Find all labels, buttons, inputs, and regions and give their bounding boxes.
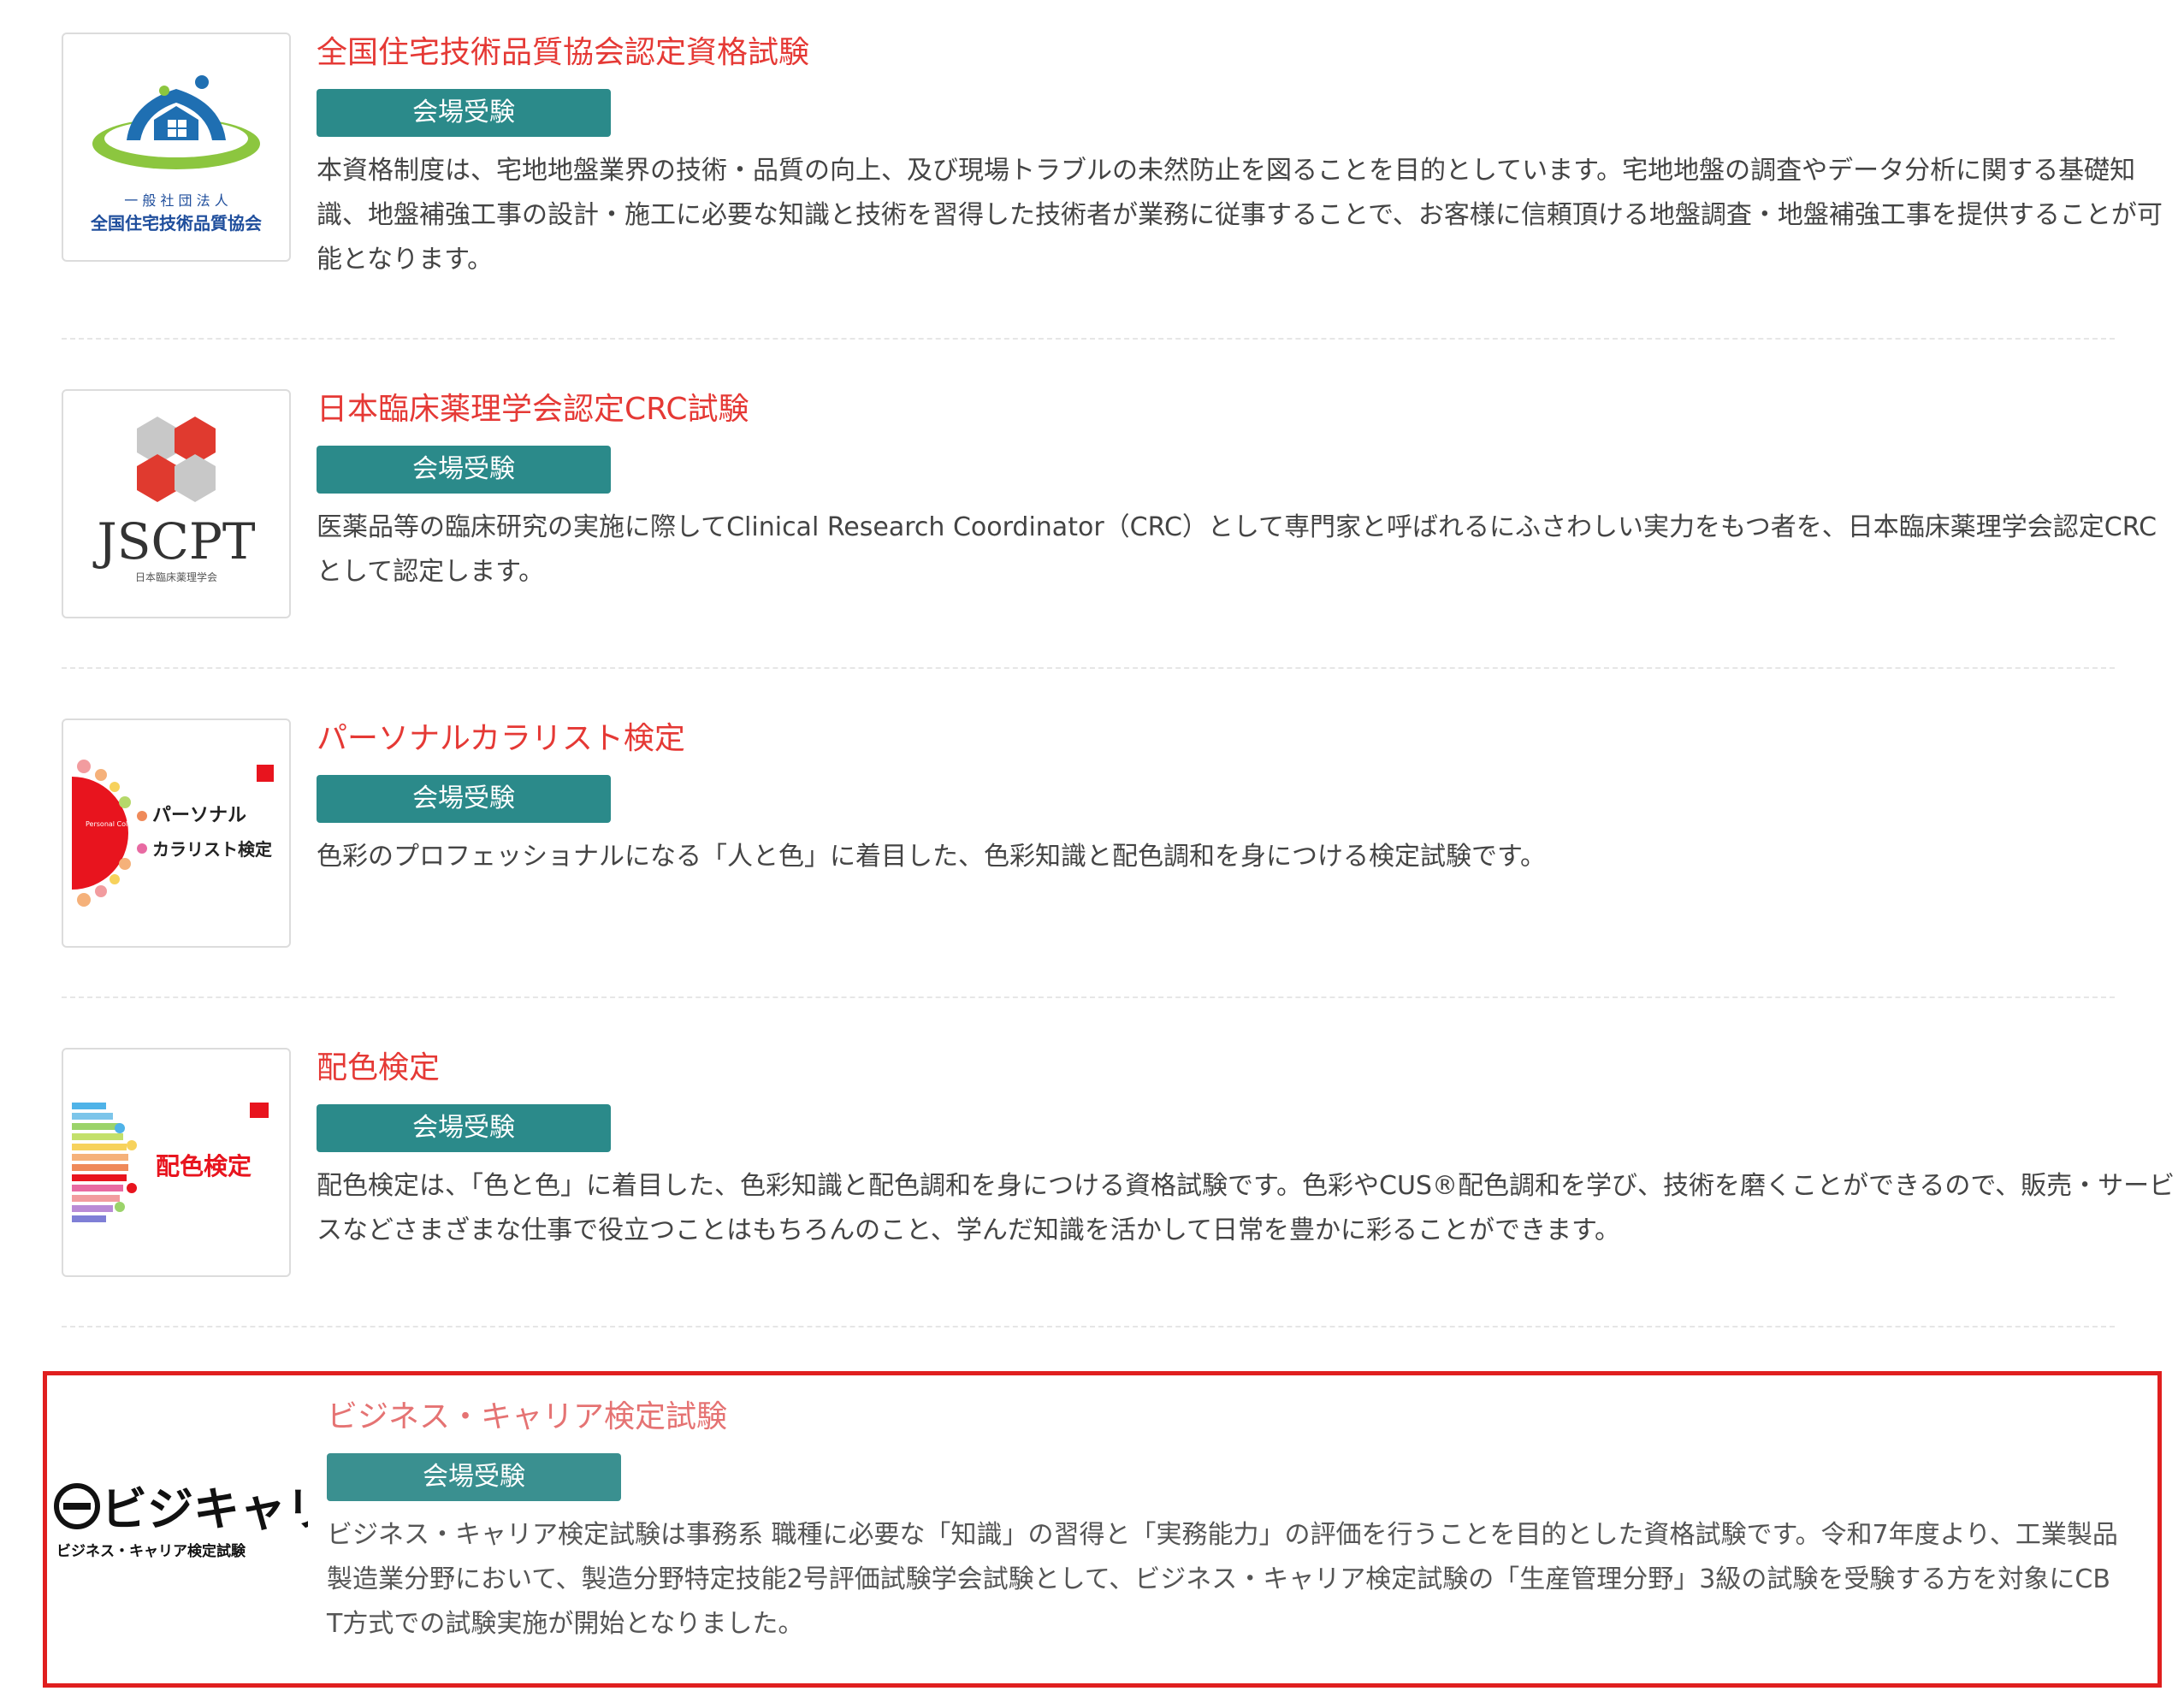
- svg-text:ビジネス・キャリア検定試験: ビジネス・キャリア検定試験: [56, 1542, 246, 1560]
- exam-logo-1[interactable]: 一 般 社 団 法 人 全国住宅技術品質協会: [62, 33, 291, 262]
- exam-type-badge: 会場受験: [317, 1104, 611, 1152]
- house-logo-icon: 一 般 社 団 法 人 全国住宅技術品質協会: [90, 75, 262, 234]
- exam-description: ビジネス・キャリア検定試験は事務系 職種に必要な「知識」の習得と「実務能力」の評…: [327, 1520, 2118, 1639]
- exam-description: 医薬品等の臨床研究の実施に際してClinical Research Coordi…: [317, 512, 2157, 587]
- exam-title[interactable]: 全国住宅技術品質協会認定資格試験: [317, 33, 2181, 74]
- svg-text:配色検定: 配色検定: [156, 1152, 252, 1180]
- svg-text:日本臨床薬理学会: 日本臨床薬理学会: [135, 571, 217, 583]
- exam-description: 色彩のプロフェッショナルになる「人と色」に着目した、色彩知識と配色調和を身につけ…: [317, 842, 1546, 872]
- exam-logo-2[interactable]: JSCPT 日本臨床薬理学会: [62, 389, 291, 618]
- exam-description: 本資格制度は、宅地地盤業界の技術・品質の向上、及び現場トラブルの未然防止を図るこ…: [317, 156, 2163, 275]
- item-divider: [62, 1326, 2115, 1327]
- personal-colorist-logo-icon: Personal Colorist パーソナル カラリスト検定: [72, 760, 274, 907]
- svg-text:パーソナル: パーソナル: [152, 805, 246, 826]
- exam-logo-4[interactable]: 配色検定: [62, 1048, 291, 1277]
- jscpt-logo-icon: JSCPT 日本臨床薬理学会: [92, 417, 256, 583]
- item-divider: [62, 667, 2115, 669]
- exam-title[interactable]: 配色検定: [317, 1048, 2181, 1089]
- svg-text:Personal Colorist: Personal Colorist: [86, 820, 143, 828]
- exam-type-badge: 会場受験: [317, 89, 611, 137]
- color-coordination-logo-icon: 配色検定: [72, 1103, 269, 1222]
- exam-logo-3[interactable]: Personal Colorist パーソナル カラリスト検定: [62, 718, 291, 948]
- item-divider: [62, 996, 2115, 998]
- svg-text:一 般 社 団 法 人: 一 般 社 団 法 人: [124, 192, 228, 209]
- svg-text:JSCPT: JSCPT: [92, 512, 255, 571]
- exam-description: 配色検定は、「色と色」に着目した、色彩知識と配色調和を身につける資格試験です。色…: [317, 1171, 2175, 1245]
- exam-title[interactable]: 日本臨床薬理学会認定CRC試験: [317, 389, 2181, 430]
- exam-logo-5[interactable]: ビジキャリ ビジネス・キャリア検定試験: [51, 1397, 308, 1626]
- svg-text:ビジキャリ: ビジキャリ: [101, 1482, 308, 1536]
- bizcari-logo-icon: ビジキャリ ビジネス・キャリア検定試験: [54, 1482, 308, 1560]
- svg-text:カラリスト検定: カラリスト検定: [152, 839, 272, 860]
- svg-text:全国住宅技術品質協会: 全国住宅技術品質協会: [90, 213, 262, 234]
- exam-title[interactable]: ビジネス・キャリア検定試験: [327, 1397, 2184, 1438]
- exam-type-badge: 会場受験: [327, 1453, 621, 1501]
- exam-title[interactable]: パーソナルカラリスト検定: [317, 718, 2181, 760]
- item-divider: [62, 338, 2115, 340]
- exam-type-badge: 会場受験: [317, 775, 611, 823]
- exam-type-badge: 会場受験: [317, 446, 611, 494]
